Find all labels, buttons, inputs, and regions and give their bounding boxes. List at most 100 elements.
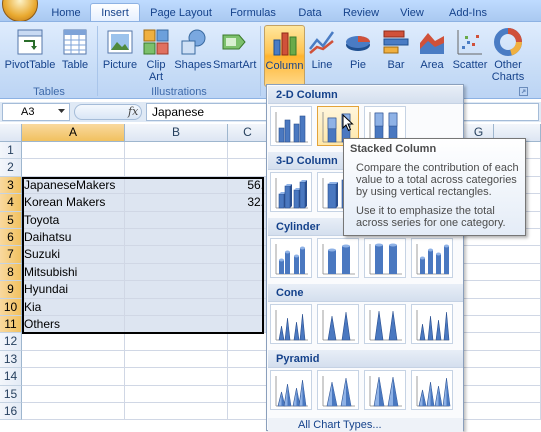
row-header[interactable]: 14 bbox=[0, 368, 22, 386]
smartart-button[interactable]: SmartArt bbox=[213, 25, 256, 87]
cell-a[interactable] bbox=[22, 142, 125, 160]
select-all-corner[interactable] bbox=[0, 124, 22, 142]
row-header[interactable]: 4 bbox=[0, 194, 22, 212]
cell-b[interactable] bbox=[125, 403, 228, 421]
cell-a[interactable]: Others bbox=[22, 316, 125, 334]
cell-a[interactable]: Korean Makers bbox=[22, 194, 125, 212]
tab-formulas[interactable]: Formulas bbox=[222, 4, 284, 22]
cell-b[interactable] bbox=[125, 298, 228, 316]
dialog-launcher-icon[interactable] bbox=[519, 87, 528, 96]
cell-b[interactable] bbox=[125, 333, 228, 351]
row-header[interactable]: 7 bbox=[0, 246, 22, 264]
cell-a[interactable] bbox=[22, 159, 125, 177]
cell-c[interactable] bbox=[228, 263, 268, 282]
cell-b[interactable] bbox=[125, 246, 228, 264]
cell-b[interactable] bbox=[125, 281, 228, 299]
chevron-down-icon[interactable] bbox=[58, 109, 65, 113]
cell-b[interactable] bbox=[125, 263, 228, 282]
cell-a[interactable] bbox=[22, 350, 125, 369]
row-header[interactable]: 2 bbox=[0, 159, 22, 177]
cell-g[interactable] bbox=[464, 246, 541, 264]
cell-c[interactable] bbox=[228, 211, 268, 229]
cell-a[interactable]: JapaneseMakers bbox=[22, 176, 125, 195]
other-charts-button[interactable]: Other Charts bbox=[491, 25, 525, 87]
cell-c[interactable] bbox=[228, 368, 268, 386]
chart-subtype-cyl-percent[interactable] bbox=[364, 238, 406, 278]
cell-c[interactable] bbox=[228, 298, 268, 316]
tab-review[interactable]: Review bbox=[336, 4, 386, 22]
chart-subtype-pyr-percent[interactable] bbox=[364, 370, 406, 410]
tab-insert[interactable]: Insert bbox=[90, 3, 140, 22]
chart-subtype-col2d-clustered[interactable] bbox=[270, 106, 312, 146]
cell-c[interactable] bbox=[228, 350, 268, 369]
row-header[interactable]: 15 bbox=[0, 385, 22, 403]
column-header-b[interactable]: B bbox=[125, 124, 228, 142]
cell-c[interactable] bbox=[228, 229, 268, 247]
cell-a[interactable]: Kia bbox=[22, 298, 125, 316]
row-header[interactable]: 16 bbox=[0, 403, 22, 421]
cell-c[interactable] bbox=[228, 316, 268, 334]
scatter-chart-button[interactable]: Scatter bbox=[451, 25, 489, 87]
cell-b[interactable] bbox=[125, 350, 228, 369]
cell-g[interactable] bbox=[464, 385, 541, 403]
chart-subtype-cone-3d[interactable] bbox=[411, 304, 453, 344]
cell-a[interactable] bbox=[22, 333, 125, 351]
cell-a[interactable]: Toyota bbox=[22, 211, 125, 229]
pivottable-button[interactable]: PivotTable bbox=[4, 25, 56, 87]
row-header[interactable]: 6 bbox=[0, 229, 22, 247]
cell-g[interactable] bbox=[464, 263, 541, 282]
cell-b[interactable] bbox=[125, 159, 228, 177]
cell-c[interactable]: 32. bbox=[228, 194, 268, 212]
cell-a[interactable] bbox=[22, 368, 125, 386]
row-header[interactable]: 8 bbox=[0, 263, 22, 282]
cell-a[interactable] bbox=[22, 403, 125, 421]
cell-g[interactable] bbox=[464, 281, 541, 299]
tab-data[interactable]: Data bbox=[290, 4, 330, 22]
cell-c[interactable]: 56. bbox=[228, 176, 268, 195]
chart-subtype-cyl-stacked[interactable] bbox=[317, 238, 359, 278]
cell-c[interactable] bbox=[228, 159, 268, 177]
cell-b[interactable] bbox=[125, 142, 228, 160]
tab-home[interactable]: Home bbox=[44, 4, 88, 22]
office-button[interactable] bbox=[2, 0, 38, 22]
chart-subtype-cyl-clustered[interactable] bbox=[270, 238, 312, 278]
cell-c[interactable] bbox=[228, 403, 268, 421]
pie-chart-button[interactable]: Pie bbox=[339, 25, 377, 87]
row-header[interactable]: 9 bbox=[0, 281, 22, 299]
chart-subtype-cyl-3d[interactable] bbox=[411, 238, 453, 278]
cell-g[interactable] bbox=[464, 316, 541, 334]
cell-a[interactable]: Daihatsu bbox=[22, 229, 125, 247]
row-header[interactable]: 13 bbox=[0, 350, 22, 369]
cell-g[interactable] bbox=[464, 333, 541, 351]
cell-a[interactable]: Suzuki bbox=[22, 246, 125, 264]
column-chart-button[interactable]: Column bbox=[264, 25, 305, 87]
chart-subtype-pyr-stacked[interactable] bbox=[317, 370, 359, 410]
cell-g[interactable] bbox=[464, 403, 541, 421]
cell-c[interactable] bbox=[228, 246, 268, 264]
row-header[interactable]: 5 bbox=[0, 211, 22, 229]
cell-b[interactable] bbox=[125, 211, 228, 229]
column-header-a[interactable]: A bbox=[22, 124, 125, 142]
table-button[interactable]: Table bbox=[58, 25, 92, 87]
chart-subtype-cone-clustered[interactable] bbox=[270, 304, 312, 344]
clip-art-button[interactable]: Clip Art bbox=[141, 25, 171, 87]
cell-g[interactable] bbox=[464, 298, 541, 316]
cell-c[interactable] bbox=[228, 333, 268, 351]
picture-button[interactable]: Picture bbox=[101, 25, 139, 87]
tab-add-ins[interactable]: Add-Ins bbox=[440, 4, 496, 22]
bar-chart-button[interactable]: Bar bbox=[379, 25, 413, 87]
area-chart-button[interactable]: Area bbox=[415, 25, 449, 87]
row-header[interactable]: 10 bbox=[0, 298, 22, 316]
all-chart-types-link[interactable]: All Chart Types... bbox=[268, 418, 463, 432]
insert-function-icon[interactable]: fx bbox=[128, 105, 138, 118]
chart-subtype-cone-stacked[interactable] bbox=[317, 304, 359, 344]
shapes-button[interactable]: Shapes bbox=[174, 25, 212, 87]
cell-b[interactable] bbox=[125, 368, 228, 386]
tab-view[interactable]: View bbox=[392, 4, 432, 22]
cell-b[interactable] bbox=[125, 176, 228, 195]
row-header[interactable]: 12 bbox=[0, 333, 22, 351]
cell-a[interactable] bbox=[22, 385, 125, 403]
chart-subtype-pyr-3d[interactable] bbox=[411, 370, 453, 410]
chart-subtype-col3d-clustered[interactable] bbox=[270, 172, 312, 212]
cell-g[interactable] bbox=[464, 350, 541, 369]
